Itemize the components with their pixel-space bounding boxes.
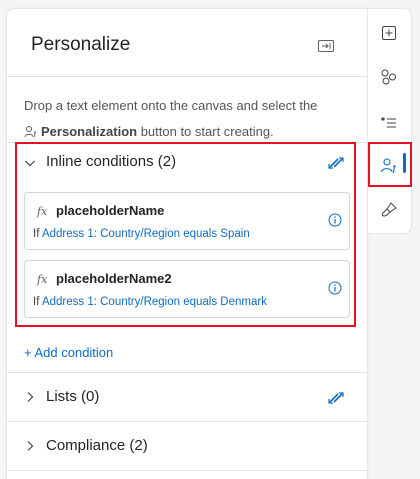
divider [7, 372, 367, 373]
section-lists[interactable]: Lists (0) [7, 375, 367, 419]
panel-header: Personalize [7, 9, 367, 77]
collapse-panel-icon [318, 40, 334, 52]
styles-button[interactable] [378, 111, 400, 133]
paintbrush-button[interactable] [378, 199, 400, 221]
description-bold: Personalization [41, 124, 138, 139]
elements-icon [381, 69, 396, 85]
description-text: Drop a text element onto the canvas and … [24, 98, 318, 113]
divider [7, 421, 367, 422]
panel-title: Personalize [31, 34, 131, 55]
chevron-right-icon [27, 441, 34, 451]
sync-icon[interactable] [327, 391, 345, 405]
right-toolbar [368, 8, 412, 234]
panel-description: Drop a text element onto the canvas and … [24, 93, 354, 148]
highlight-box [15, 142, 356, 327]
add-element-icon [382, 26, 396, 40]
add-condition-link[interactable]: + Add condition [24, 345, 113, 360]
elements-button[interactable] [378, 66, 400, 88]
chevron-right-icon [27, 392, 34, 402]
paintbrush-icon [381, 202, 397, 217]
collapse-panel-button[interactable] [317, 39, 335, 53]
add-element-button[interactable] [378, 22, 400, 44]
divider [7, 470, 367, 471]
section-title: Compliance (2) [46, 437, 148, 454]
description-text-end: button to start creating. [137, 124, 274, 139]
highlight-box [368, 142, 412, 187]
section-title: Lists (0) [46, 388, 100, 405]
styles-icon [381, 117, 396, 128]
section-compliance[interactable]: Compliance (2) [7, 424, 367, 468]
